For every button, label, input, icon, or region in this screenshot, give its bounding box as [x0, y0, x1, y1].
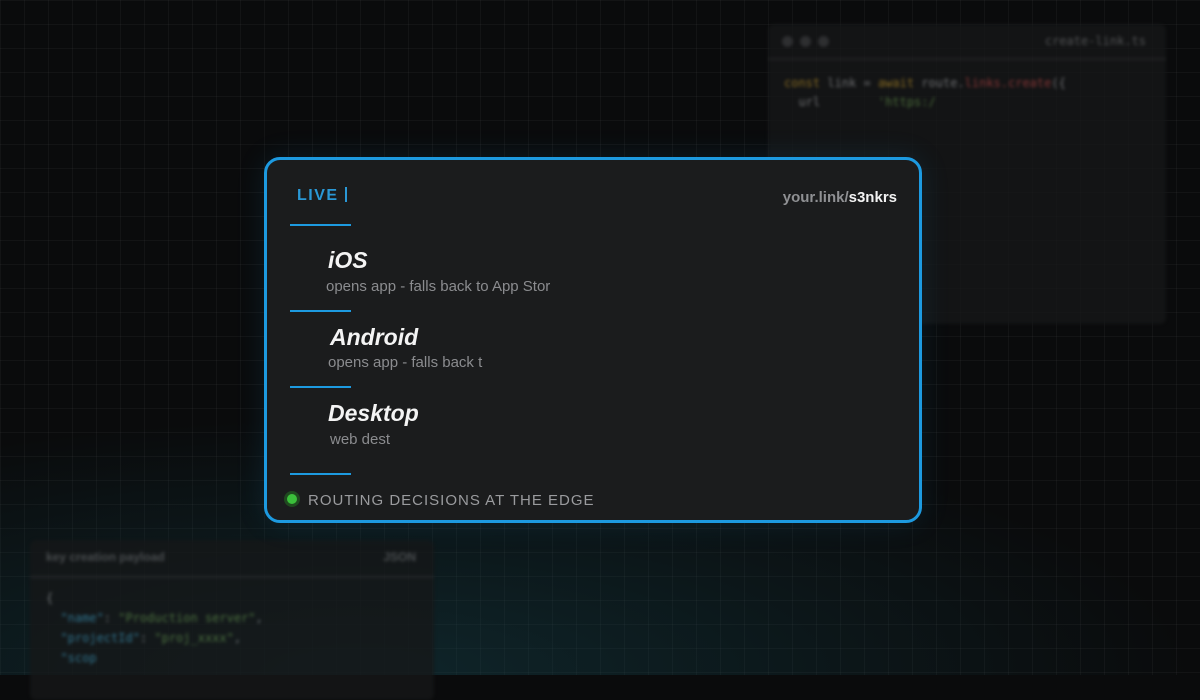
code-token: links.create — [964, 76, 1052, 90]
separator-line — [290, 473, 351, 475]
code-block: const link = await route.links.create({ … — [768, 60, 1166, 126]
editor-titlebar: key creation payload JSON — [30, 540, 434, 578]
code-token: "proj_xxxx" — [154, 631, 234, 645]
code-token: url — [784, 95, 821, 109]
route-description-android: opens app - falls back t — [328, 354, 483, 371]
code-token: , — [233, 631, 242, 645]
code-line: { — [46, 588, 418, 608]
window-dot-icon — [818, 36, 829, 47]
background-json-editor: key creation payload JSON { "name": "Pro… — [30, 540, 434, 700]
code-token: await — [870, 76, 922, 90]
code-token: "name" — [46, 611, 104, 625]
route-platform-desktop: Desktop — [328, 400, 419, 426]
route-platform-ios: iOS — [328, 247, 368, 273]
editor-titlebar: create-link.ts — [768, 24, 1166, 60]
window-dot-icon — [782, 36, 793, 47]
editor-filename: create-link.ts — [1044, 34, 1146, 48]
code-line: "name": "Production server", — [46, 608, 418, 628]
code-token: const — [784, 76, 821, 90]
editor-title: key creation payload — [46, 550, 165, 564]
separator-line — [290, 224, 351, 226]
json-code-block: { "name": "Production server", "projectI… — [30, 578, 434, 682]
short-link-url[interactable]: your.link/s3nkrs — [783, 189, 897, 206]
code-token: "Production server" — [118, 611, 256, 625]
code-line: const link = await route.links.create({ — [784, 74, 1150, 93]
code-token: link — [820, 76, 864, 90]
code-token: 'https:/ — [820, 95, 936, 109]
code-line: "scop — [46, 648, 418, 668]
code-token: "projectId" — [46, 631, 140, 645]
live-label: LIVE — [297, 187, 339, 204]
route-description-desktop: web dest — [330, 431, 391, 448]
code-token: route. — [921, 76, 965, 90]
separator-line — [290, 310, 351, 312]
text-cursor — [345, 187, 347, 202]
route-description-ios: opens app - falls back to App Stor — [326, 278, 551, 295]
url-prefix: your.link/ — [782, 189, 849, 206]
code-token: , — [255, 611, 263, 625]
code-token: { — [46, 591, 54, 605]
status-indicator-icon — [287, 494, 297, 504]
code-token: "scop — [46, 651, 97, 665]
status-text: ROUTING DECISIONS AT THE EDGE — [308, 492, 595, 509]
url-slug: s3nkrs — [848, 189, 897, 206]
code-token: : — [139, 631, 155, 645]
window-dot-icon — [800, 36, 811, 47]
code-token: ({ — [1051, 76, 1066, 90]
route-platform-android: Android — [330, 324, 419, 350]
code-token: = — [863, 76, 871, 90]
routing-card: LIVE your.link/s3nkrs iOS opens app - fa… — [264, 157, 922, 523]
editor-format-label: JSON — [383, 550, 416, 564]
code-token: : — [103, 611, 119, 625]
separator-line — [290, 386, 351, 388]
code-line: url 'https:/ — [784, 93, 1150, 112]
code-line: "projectId": "proj_xxxx", — [46, 628, 418, 648]
